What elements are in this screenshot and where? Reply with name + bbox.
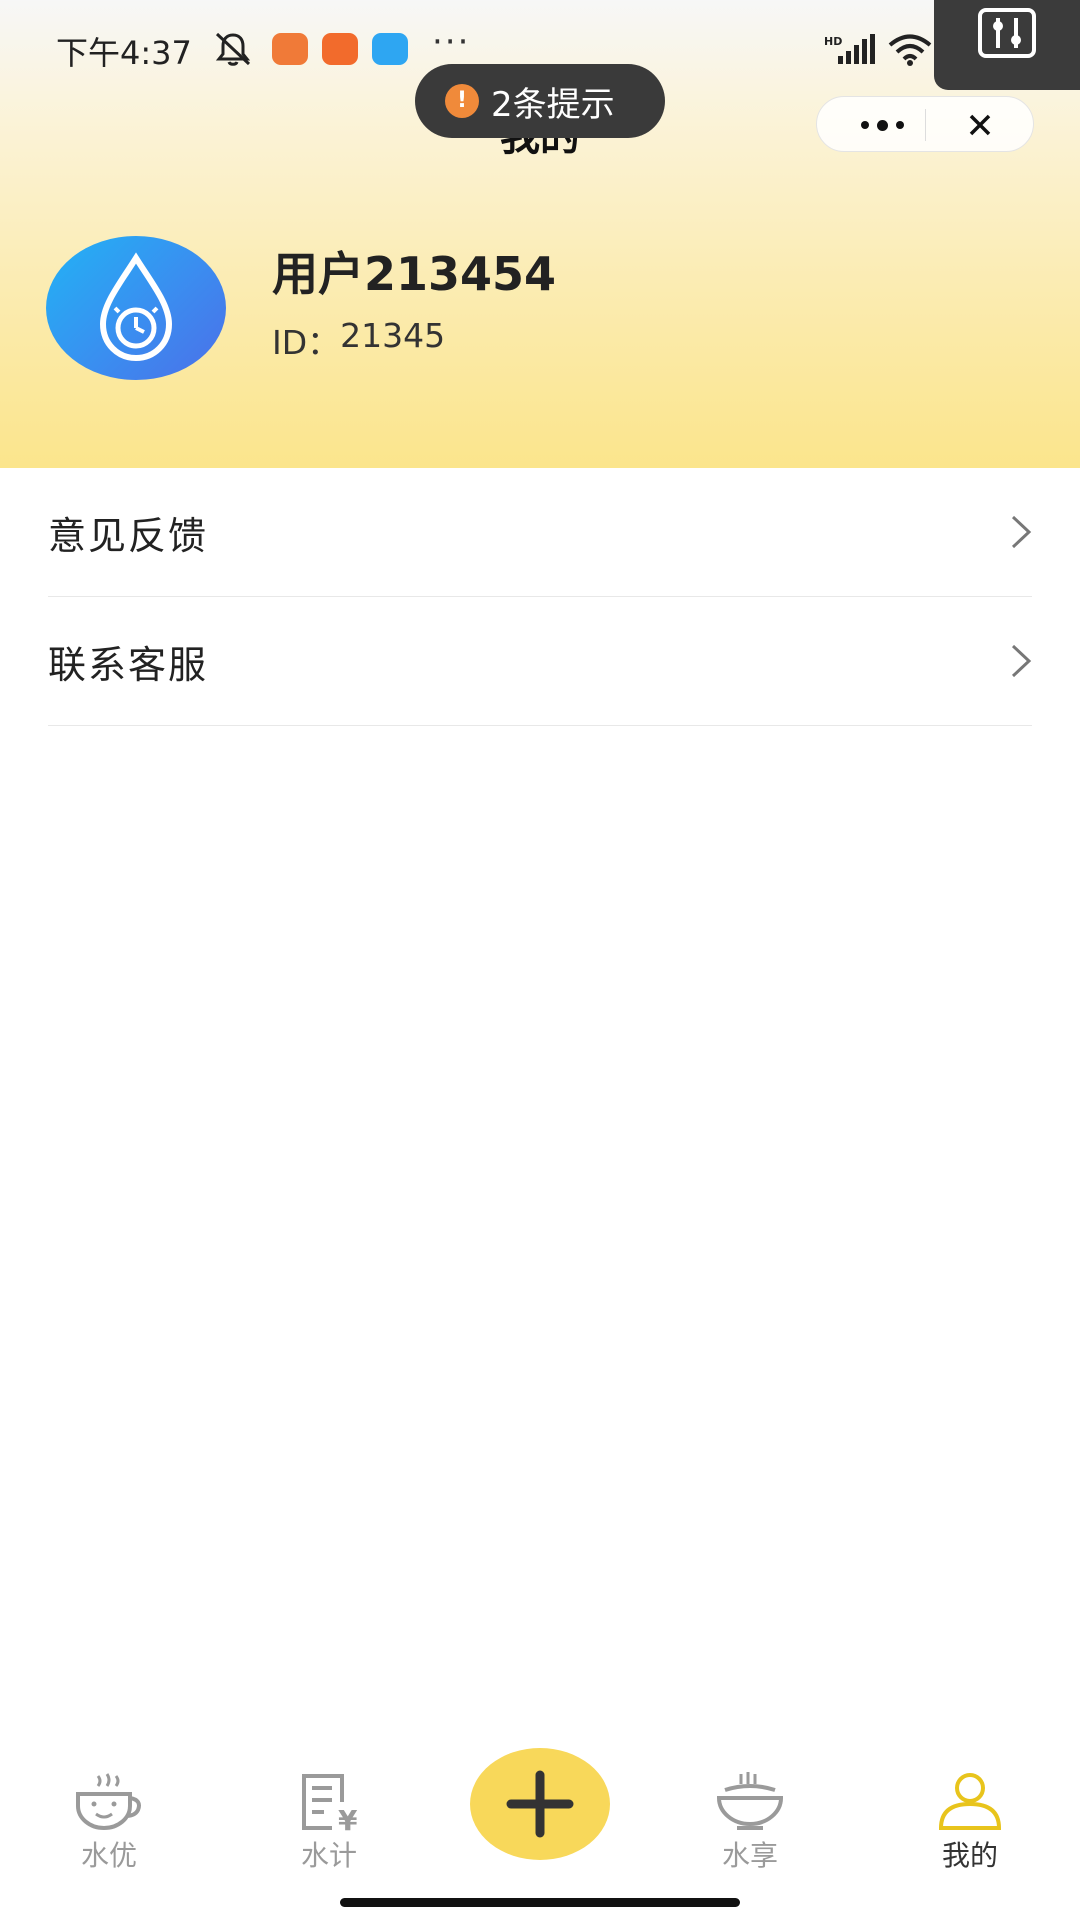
tab-label: 水享 (721, 1839, 778, 1872)
plus-icon (506, 1770, 574, 1838)
warning-icon: ! (445, 84, 479, 118)
notice-toast[interactable]: ! 2条提示 (415, 64, 665, 138)
home-indicator[interactable] (340, 1898, 740, 1907)
avatar[interactable] (46, 236, 226, 380)
dot-icon (895, 121, 904, 129)
user-name: 用户213454 (272, 247, 557, 301)
water-drop-clock-icon (99, 252, 173, 362)
capsule-divider (925, 109, 926, 141)
app-notification-icon (372, 33, 408, 65)
tab-label: 水优 (80, 1839, 137, 1872)
dot-icon (860, 121, 869, 129)
user-icon (938, 1773, 1002, 1830)
sliders-icon (978, 8, 1036, 58)
user-id-value: 21345 (340, 316, 446, 355)
menu-item-label: 意见反馈 (48, 513, 209, 558)
tab-shuiji[interactable]: ¥ 水计 (264, 1772, 394, 1874)
bill-icon: ¥ (302, 1774, 358, 1832)
status-time: 下午4:37 (56, 34, 192, 72)
app-notification-icon (272, 33, 308, 65)
menu-item-feedback[interactable]: 意见反馈 (48, 468, 1032, 597)
tab-shuixiang[interactable]: 水享 (685, 1772, 815, 1874)
tab-label: 水计 (300, 1839, 357, 1872)
status-more-icon: ··· (432, 22, 471, 62)
bowl-icon (716, 1772, 784, 1830)
menu-item-customer-service[interactable]: 联系客服 (48, 597, 1032, 726)
close-button[interactable] (927, 97, 1033, 153)
miniprogram-capsule (816, 96, 1034, 152)
wifi-icon (888, 34, 932, 66)
tab-shuiyou[interactable]: 水优 (44, 1772, 174, 1874)
app-notification-icon (322, 33, 358, 65)
signal-icon: HD (824, 34, 875, 64)
user-id: ID： 21345 (272, 316, 445, 364)
menu-item-label: 联系客服 (48, 642, 209, 687)
svg-text:HD: HD (824, 35, 842, 48)
dot-icon (876, 119, 888, 131)
svg-text:¥: ¥ (338, 1804, 358, 1832)
menu-list: 意见反馈 联系客服 (0, 468, 1080, 726)
add-record-button[interactable] (470, 1748, 610, 1860)
more-options-button[interactable] (839, 97, 925, 153)
toast-text: 2条提示 (491, 84, 615, 125)
debug-panel-button[interactable] (934, 0, 1080, 90)
user-id-label: ID： (272, 323, 341, 362)
mute-bell-icon (215, 32, 251, 66)
tab-wode[interactable]: 我的 (905, 1772, 1035, 1874)
close-icon (969, 114, 991, 136)
chevron-right-icon (1011, 644, 1032, 678)
cup-icon (76, 1773, 141, 1830)
tab-label: 我的 (941, 1839, 998, 1872)
chevron-right-icon (1011, 515, 1032, 549)
